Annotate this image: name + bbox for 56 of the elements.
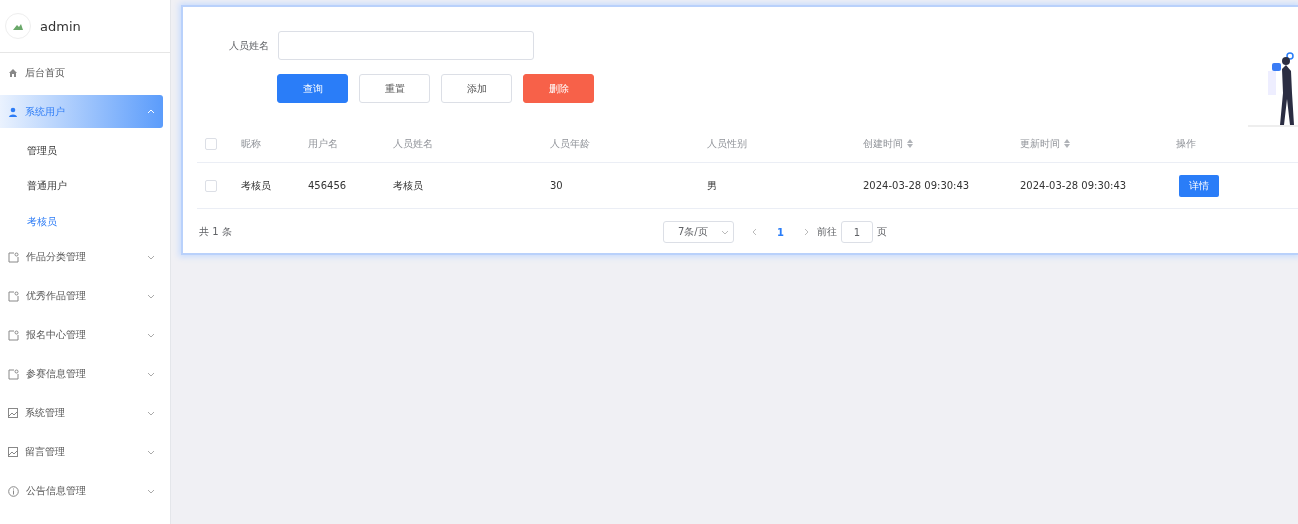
select-all-checkbox[interactable]	[205, 137, 217, 150]
tag-icon	[8, 368, 19, 380]
menu-item[interactable]: 公告信息管理	[0, 474, 163, 508]
table-cell-text: 考核员	[241, 178, 272, 193]
tag-icon	[8, 290, 19, 302]
broken-image-icon	[13, 22, 23, 30]
table-cell-text: 2024-03-28 09:30:43	[1020, 180, 1128, 191]
action-button[interactable]: 添加	[441, 74, 512, 103]
column-title: 人员性别	[707, 136, 747, 151]
image-icon	[8, 447, 18, 457]
column-title: 更新时间	[1020, 136, 1060, 151]
goto-label: 前往	[816, 225, 837, 239]
column-title: 昵称	[241, 136, 261, 151]
field-label: 人员姓名	[229, 38, 269, 53]
menu-item[interactable]: 报名中心管理	[0, 318, 163, 352]
column-title: 人员姓名	[393, 136, 433, 151]
table-cell-text: 男	[707, 178, 718, 193]
menu-item[interactable]: 作品分类管理	[0, 240, 163, 274]
name-input-field[interactable]	[278, 31, 534, 60]
table-cell-text: 2024-03-28 09:30:43	[863, 180, 971, 191]
total-count: 共 1 条	[199, 225, 233, 239]
submenu-item[interactable]: 考核员	[0, 204, 170, 240]
submenu-item[interactable]: 普通用户	[0, 168, 170, 204]
next-page-icon[interactable]	[803, 228, 809, 236]
submenu-item[interactable]: 管理员	[0, 133, 170, 169]
menu-item[interactable]: 系统管理	[0, 396, 163, 430]
page-suffix: 页	[876, 225, 887, 239]
table-cell-text: 30	[550, 180, 564, 191]
tag-icon	[8, 329, 19, 341]
sort-icon[interactable]	[1064, 139, 1070, 148]
user-name: admin	[40, 18, 81, 34]
column-title: 用户名	[308, 136, 338, 151]
menu-item[interactable]: 后台首页	[0, 56, 163, 89]
user-icon	[8, 106, 18, 117]
row-checkbox[interactable]	[205, 179, 217, 192]
image-icon	[8, 408, 18, 418]
page-number[interactable]: 1	[777, 226, 784, 238]
action-button[interactable]: 重置	[359, 74, 430, 103]
sort-icon[interactable]	[907, 139, 913, 148]
detail-button[interactable]: 详情	[1179, 175, 1219, 197]
column-title: 操作	[1176, 136, 1196, 151]
info-icon	[8, 485, 19, 497]
page-input-field[interactable]: 1	[840, 221, 873, 243]
menu-item[interactable]: 参赛信息管理	[0, 357, 163, 391]
table-cell-text: 考核员	[393, 178, 424, 193]
table-cell-text: 456456	[308, 180, 348, 191]
prev-page-icon[interactable]	[752, 228, 757, 236]
chevron-down-icon	[721, 229, 729, 235]
menu-item[interactable]: 优秀作品管理	[0, 279, 163, 313]
tag-icon	[8, 251, 19, 263]
page-size-select[interactable]: 7条/页	[663, 221, 734, 243]
column-title: 创建时间	[863, 136, 903, 151]
action-button[interactable]: 查询	[277, 74, 348, 103]
column-title: 人员年龄	[550, 136, 590, 151]
menu-item[interactable]: 留言管理	[0, 435, 163, 469]
home-icon	[8, 67, 18, 78]
